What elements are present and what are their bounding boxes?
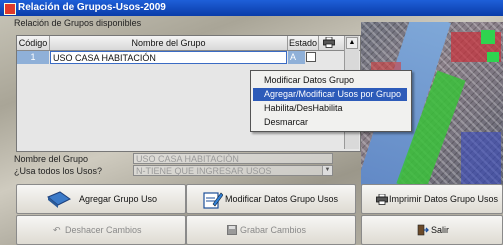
row-checkbox[interactable]: [306, 52, 316, 62]
title-bar: Relación de Grupos-Usos-2009: [0, 0, 503, 16]
usos-select[interactable]: N-TIENE QUE INGRESAR USOS ▼: [133, 165, 333, 176]
context-menu[interactable]: Modificar Datos Grupo Agregar/Modificar …: [250, 70, 412, 132]
col-header-codigo[interactable]: Código: [17, 36, 50, 50]
nombre-field[interactable]: USO CASA HABITACIÓN: [133, 153, 333, 164]
window-title: Relación de Grupos-Usos-2009: [18, 2, 166, 13]
table-row[interactable]: 1 USO CASA HABITACIÓN A: [17, 51, 347, 64]
grabar-cambios-label: Grabar Cambios: [240, 225, 307, 235]
imprimir-datos-label: Imprimir Datos Grupo Usos: [389, 194, 499, 204]
col-header-nombre[interactable]: Nombre del Grupo: [50, 36, 288, 50]
chevron-down-icon[interactable]: ▼: [322, 166, 332, 175]
menu-item-desmarcar[interactable]: Desmarcar: [253, 116, 407, 129]
printer-icon[interactable]: [323, 37, 335, 48]
salir-label: Salir: [431, 225, 450, 235]
usos-label: ¿Usa todos los Usos?: [14, 166, 103, 176]
edit-document-icon: [203, 192, 223, 209]
imprimir-datos-button[interactable]: Imprimir Datos Grupo Usos: [361, 184, 503, 214]
cell-nombre: USO CASA HABITACIÓN: [50, 51, 287, 64]
printer-icon: [376, 194, 388, 205]
cell-estado: A: [288, 51, 305, 64]
scroll-up-icon[interactable]: ▲: [346, 37, 358, 49]
groups-section-label: Relación de Grupos disponibles: [14, 18, 142, 28]
app-icon: [4, 3, 16, 15]
usos-select-value: N-TIENE QUE INGRESAR USOS: [136, 166, 272, 176]
modificar-grupo-button[interactable]: Modificar Datos Grupo Usos: [186, 184, 356, 214]
col-header-estado[interactable]: Estado: [288, 36, 319, 50]
grabar-cambios-button[interactable]: Grabar Cambios: [186, 215, 356, 245]
agregar-grupo-label: Agregar Grupo Uso: [79, 194, 158, 204]
menu-item-agregar-usos[interactable]: Agregar/Modificar Usos por Grupo: [253, 88, 407, 101]
nombre-label: Nombre del Grupo: [14, 154, 89, 164]
salir-button[interactable]: Salir: [361, 215, 503, 245]
undo-icon: ↶: [53, 225, 61, 235]
modificar-grupo-label: Modificar Datos Grupo Usos: [225, 194, 339, 204]
save-icon: [227, 225, 237, 235]
menu-item-modificar-datos[interactable]: Modificar Datos Grupo: [253, 74, 407, 87]
deshacer-cambios-button[interactable]: ↶ Deshacer Cambios: [16, 215, 186, 245]
cell-codigo: 1: [17, 51, 49, 64]
grid-header: Código Nombre del Grupo Estado: [17, 36, 360, 51]
exit-door-icon: [417, 224, 429, 236]
agregar-grupo-button[interactable]: Agregar Grupo Uso: [16, 184, 186, 214]
add-group-icon: [47, 191, 71, 208]
deshacer-cambios-label: Deshacer Cambios: [65, 225, 142, 235]
menu-item-habilita[interactable]: Habilita/DesHabilita: [253, 102, 407, 115]
